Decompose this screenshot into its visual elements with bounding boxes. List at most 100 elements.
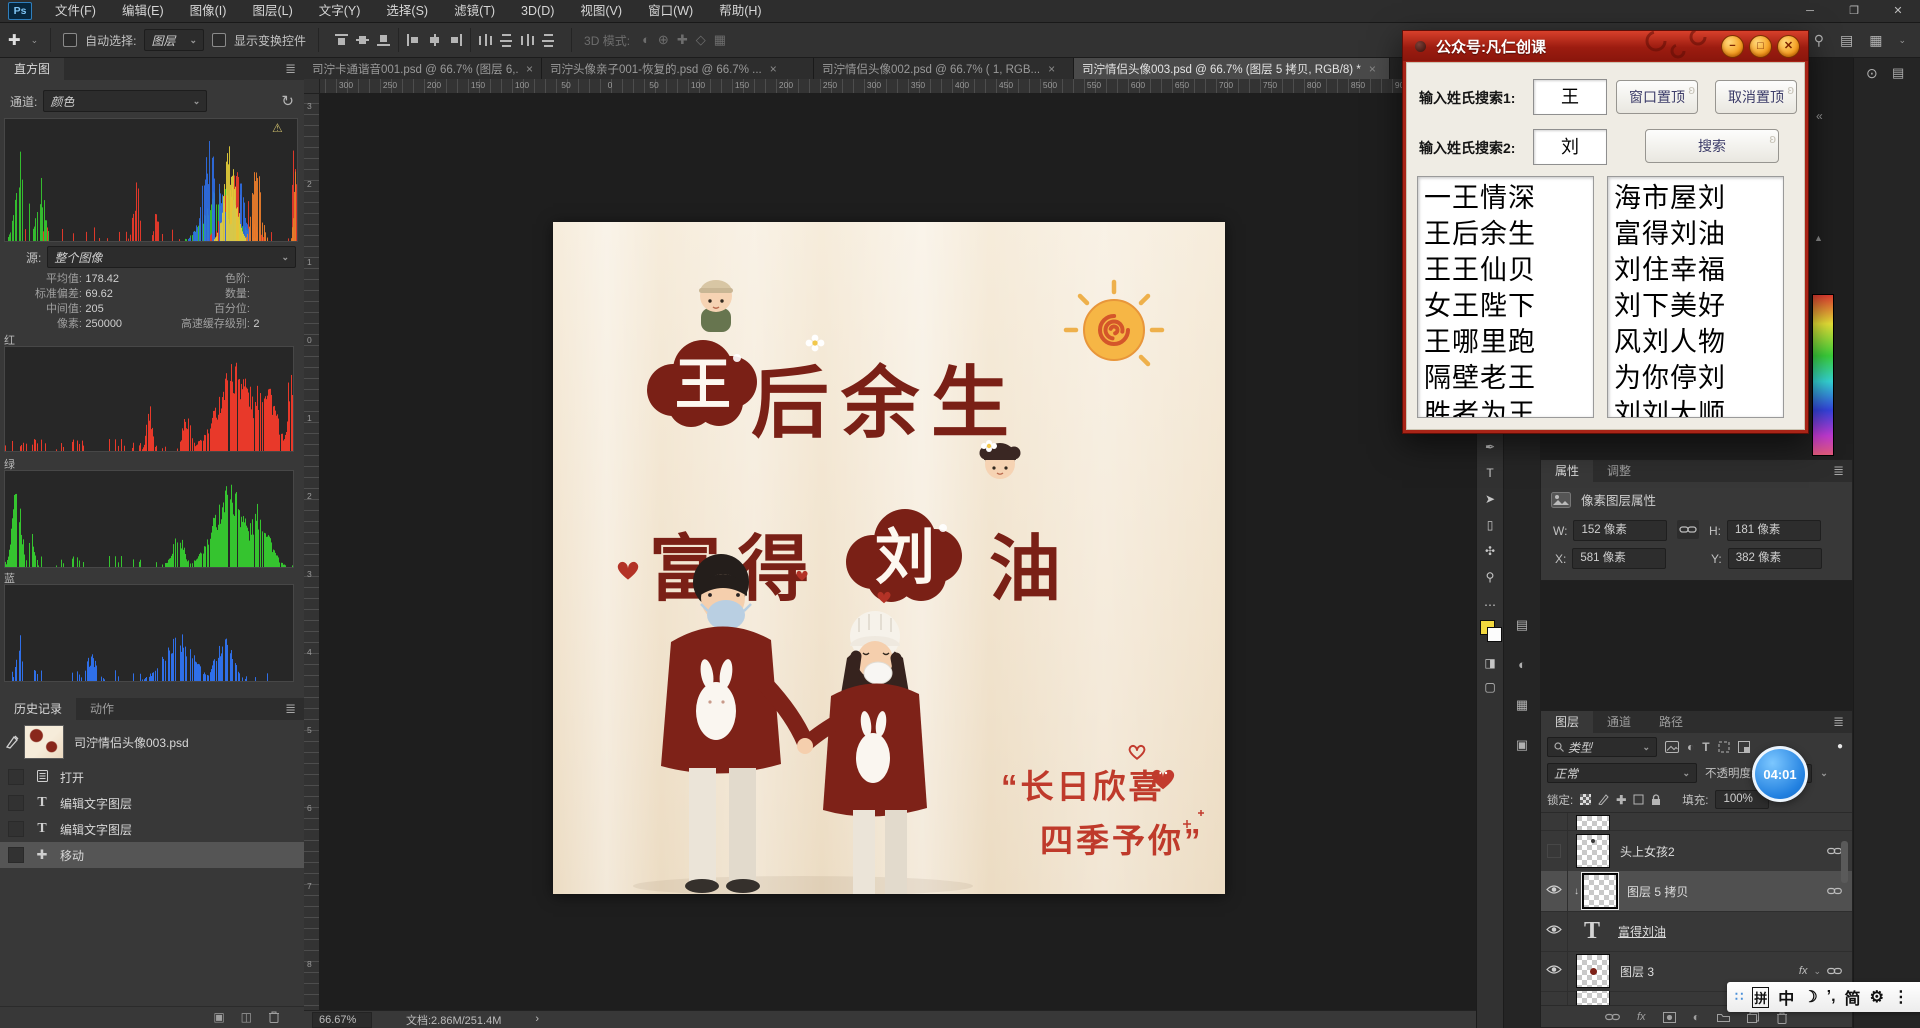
align-cv-icon[interactable] <box>356 34 369 46</box>
maximize-icon[interactable]: ❐ <box>1832 0 1876 22</box>
surname-list-item[interactable]: 胜者为王 <box>1424 396 1587 418</box>
ime-pinyin-icon[interactable]: 拼 <box>1752 987 1769 1008</box>
new-doc-from-state-icon[interactable]: ▣ <box>213 1011 224 1023</box>
ime-settings-icon[interactable]: ⚙ <box>1870 987 1884 1007</box>
link-layers-icon[interactable] <box>1605 1013 1620 1021</box>
history-state-打开[interactable]: 打开 <box>0 764 304 790</box>
menu-item[interactable]: 图像(I) <box>177 0 240 22</box>
collapsed-panel-icon[interactable]: ▦ <box>1504 698 1540 711</box>
ime-moon-icon[interactable]: ☽ <box>1803 987 1817 1007</box>
layer-row-富得刘油[interactable]: T富得刘油 <box>1541 911 1852 952</box>
history-source-well[interactable] <box>8 821 24 837</box>
surname-list-item[interactable]: 一王情深 <box>1424 180 1587 216</box>
arrange-icon[interactable]: ▦ <box>1869 33 1882 47</box>
eye-icon[interactable] <box>1546 884 1562 898</box>
eye-icon[interactable] <box>1546 924 1562 938</box>
tab-actions[interactable]: 动作 <box>76 698 128 720</box>
x-field[interactable]: 581 像素 <box>1572 548 1666 569</box>
vertical-ruler[interactable]: 321012345678 <box>304 93 320 1010</box>
auto-select-checkbox[interactable] <box>63 33 77 47</box>
document-tab[interactable]: 司泞头像亲子001-恢复的.psd @ 66.7% ...× <box>542 58 814 79</box>
delete-state-icon[interactable] <box>268 1010 280 1023</box>
height-field[interactable]: 181 像素 <box>1727 520 1821 541</box>
blend-mode-dropdown[interactable]: 正常 ⌄ <box>1547 763 1697 783</box>
panel-menu-icon[interactable]: ≣ <box>1833 715 1844 728</box>
new-layer-icon[interactable] <box>1747 1012 1759 1023</box>
tab-adjustments[interactable]: 调整 <box>1593 460 1645 482</box>
type-tool-icon[interactable]: T <box>1477 466 1503 480</box>
chevron-down-icon[interactable]: ⌄ <box>1813 966 1821 977</box>
filter-pixel-icon[interactable] <box>1665 741 1679 753</box>
surname-list-item[interactable]: 女王陛下 <box>1424 288 1587 324</box>
panel-option-icon[interactable]: ⊙ <box>1866 66 1878 80</box>
history-source-well[interactable] <box>8 769 24 785</box>
ime-punct-icon[interactable]: ’, <box>1827 988 1836 1006</box>
minimize-icon[interactable]: ─ <box>1788 0 1832 22</box>
tab-close-icon[interactable]: × <box>526 62 533 76</box>
refresh-histogram-icon[interactable]: ↻ <box>281 94 294 109</box>
collapse-dock-icon[interactable]: « <box>1816 110 1823 122</box>
layer-row-图层 5 拷贝[interactable]: ↓图层 5 拷贝 <box>1541 871 1852 912</box>
status-chevron-icon[interactable]: › <box>535 1014 539 1025</box>
channel-dropdown[interactable]: 颜色 ⌄ <box>43 90 207 112</box>
background-color-swatch[interactable] <box>1487 627 1502 642</box>
surname-list-1[interactable]: 一王情深王后余生王王仙贝女王陛下王哪里跑隔壁老王胜者为王 <box>1417 176 1594 418</box>
surname-list-2[interactable]: 海市屋刘富得刘油刘住幸福刘下美好风刘人物为你停刘刘刘大顺 <box>1607 176 1784 418</box>
align-d1-icon[interactable] <box>521 34 534 46</box>
align-top-icon[interactable] <box>335 34 348 46</box>
history-state-编辑文字图层[interactable]: T编辑文字图层 <box>0 790 304 816</box>
history-source-well[interactable] <box>8 847 24 863</box>
align-right-icon[interactable] <box>449 34 462 46</box>
menu-item[interactable]: 文件(F) <box>42 0 109 22</box>
surname-list-item[interactable]: 王后余生 <box>1424 216 1587 252</box>
layer-visibility-well[interactable] <box>1541 871 1568 911</box>
tab-properties[interactable]: 属性 <box>1541 460 1593 482</box>
auto-select-target-dropdown[interactable]: 图层 ⌄ <box>144 29 204 51</box>
add-mask-icon[interactable] <box>1663 1012 1676 1023</box>
layer-thumbnail[interactable] <box>1576 954 1610 988</box>
screen-mode-icon[interactable]: ▢ <box>1477 680 1503 694</box>
dialog-minimize-icon[interactable]: − <box>1721 35 1744 58</box>
menu-item[interactable]: 选择(S) <box>373 0 441 22</box>
layer-fx-icon[interactable]: fx <box>1799 965 1808 977</box>
menu-item[interactable]: 图层(L) <box>239 0 305 22</box>
layer-name[interactable]: 图层 5 拷贝 <box>1627 883 1688 900</box>
y-field[interactable]: 382 像素 <box>1728 548 1822 569</box>
layer-thumbnail[interactable] <box>1583 874 1617 908</box>
lock-all-icon[interactable] <box>1651 794 1661 806</box>
history-snapshot-row[interactable]: 司泞情侣头像003.psd <box>0 722 304 762</box>
surname-list-item[interactable]: 为你停刘 <box>1614 360 1777 396</box>
layer-name[interactable]: 富得刘油 <box>1618 923 1666 940</box>
filter-toggle-icon[interactable]: ● <box>1837 742 1843 752</box>
dialog-close-icon[interactable]: ✕ <box>1777 35 1800 58</box>
layer-name[interactable]: 头上女孩2 <box>1620 843 1675 860</box>
zoom-tool-icon[interactable]: ⚲ <box>1477 570 1503 584</box>
surname-list-item[interactable]: 海市屋刘 <box>1614 180 1777 216</box>
horizontal-ruler[interactable]: 3002502001501005005010015020025030035040… <box>304 79 1476 94</box>
surname2-input[interactable]: 刘 <box>1533 129 1607 165</box>
layer-thumbnail[interactable] <box>1576 815 1610 831</box>
ime-more-icon[interactable]: ⋮ <box>1893 987 1909 1007</box>
more-tools-icon[interactable]: ⋯ <box>1477 598 1503 612</box>
collapsed-panel-icon[interactable]: ▣ <box>1504 738 1540 751</box>
tab-close-icon[interactable]: × <box>1048 62 1055 76</box>
canvas[interactable]: 王 后余生 富得 <box>553 222 1225 894</box>
source-dropdown[interactable]: 整个图像 ⌄ <box>47 246 296 268</box>
show-transform-checkbox[interactable] <box>212 33 226 47</box>
tab-history[interactable]: 历史记录 <box>0 698 76 720</box>
layer-visibility-well[interactable] <box>1541 831 1568 871</box>
tab-histogram[interactable]: 直方图 <box>0 58 64 80</box>
align-d1-icon[interactable] <box>479 34 492 46</box>
filter-adjustment-icon[interactable]: ◐ <box>1687 741 1694 753</box>
new-group-icon[interactable] <box>1717 1012 1730 1022</box>
filter-type-dropdown[interactable]: 类型 ⌄ <box>1547 737 1657 757</box>
new-snapshot-icon[interactable]: ◫ <box>241 1011 252 1023</box>
surname-list-item[interactable]: 王王仙贝 <box>1424 252 1587 288</box>
shape-tool-icon[interactable]: ▯ <box>1477 518 1503 532</box>
history-state-移动[interactable]: ✚移动 <box>0 842 304 868</box>
layer-thumbnail[interactable] <box>1576 991 1610 1006</box>
collapsed-panel-icon[interactable]: ▤ <box>1504 618 1540 631</box>
foreground-background-colors[interactable] <box>1480 620 1502 642</box>
search-button[interactable]: 搜索 ʚ <box>1645 129 1779 163</box>
surname1-input[interactable]: 王 <box>1533 79 1607 115</box>
